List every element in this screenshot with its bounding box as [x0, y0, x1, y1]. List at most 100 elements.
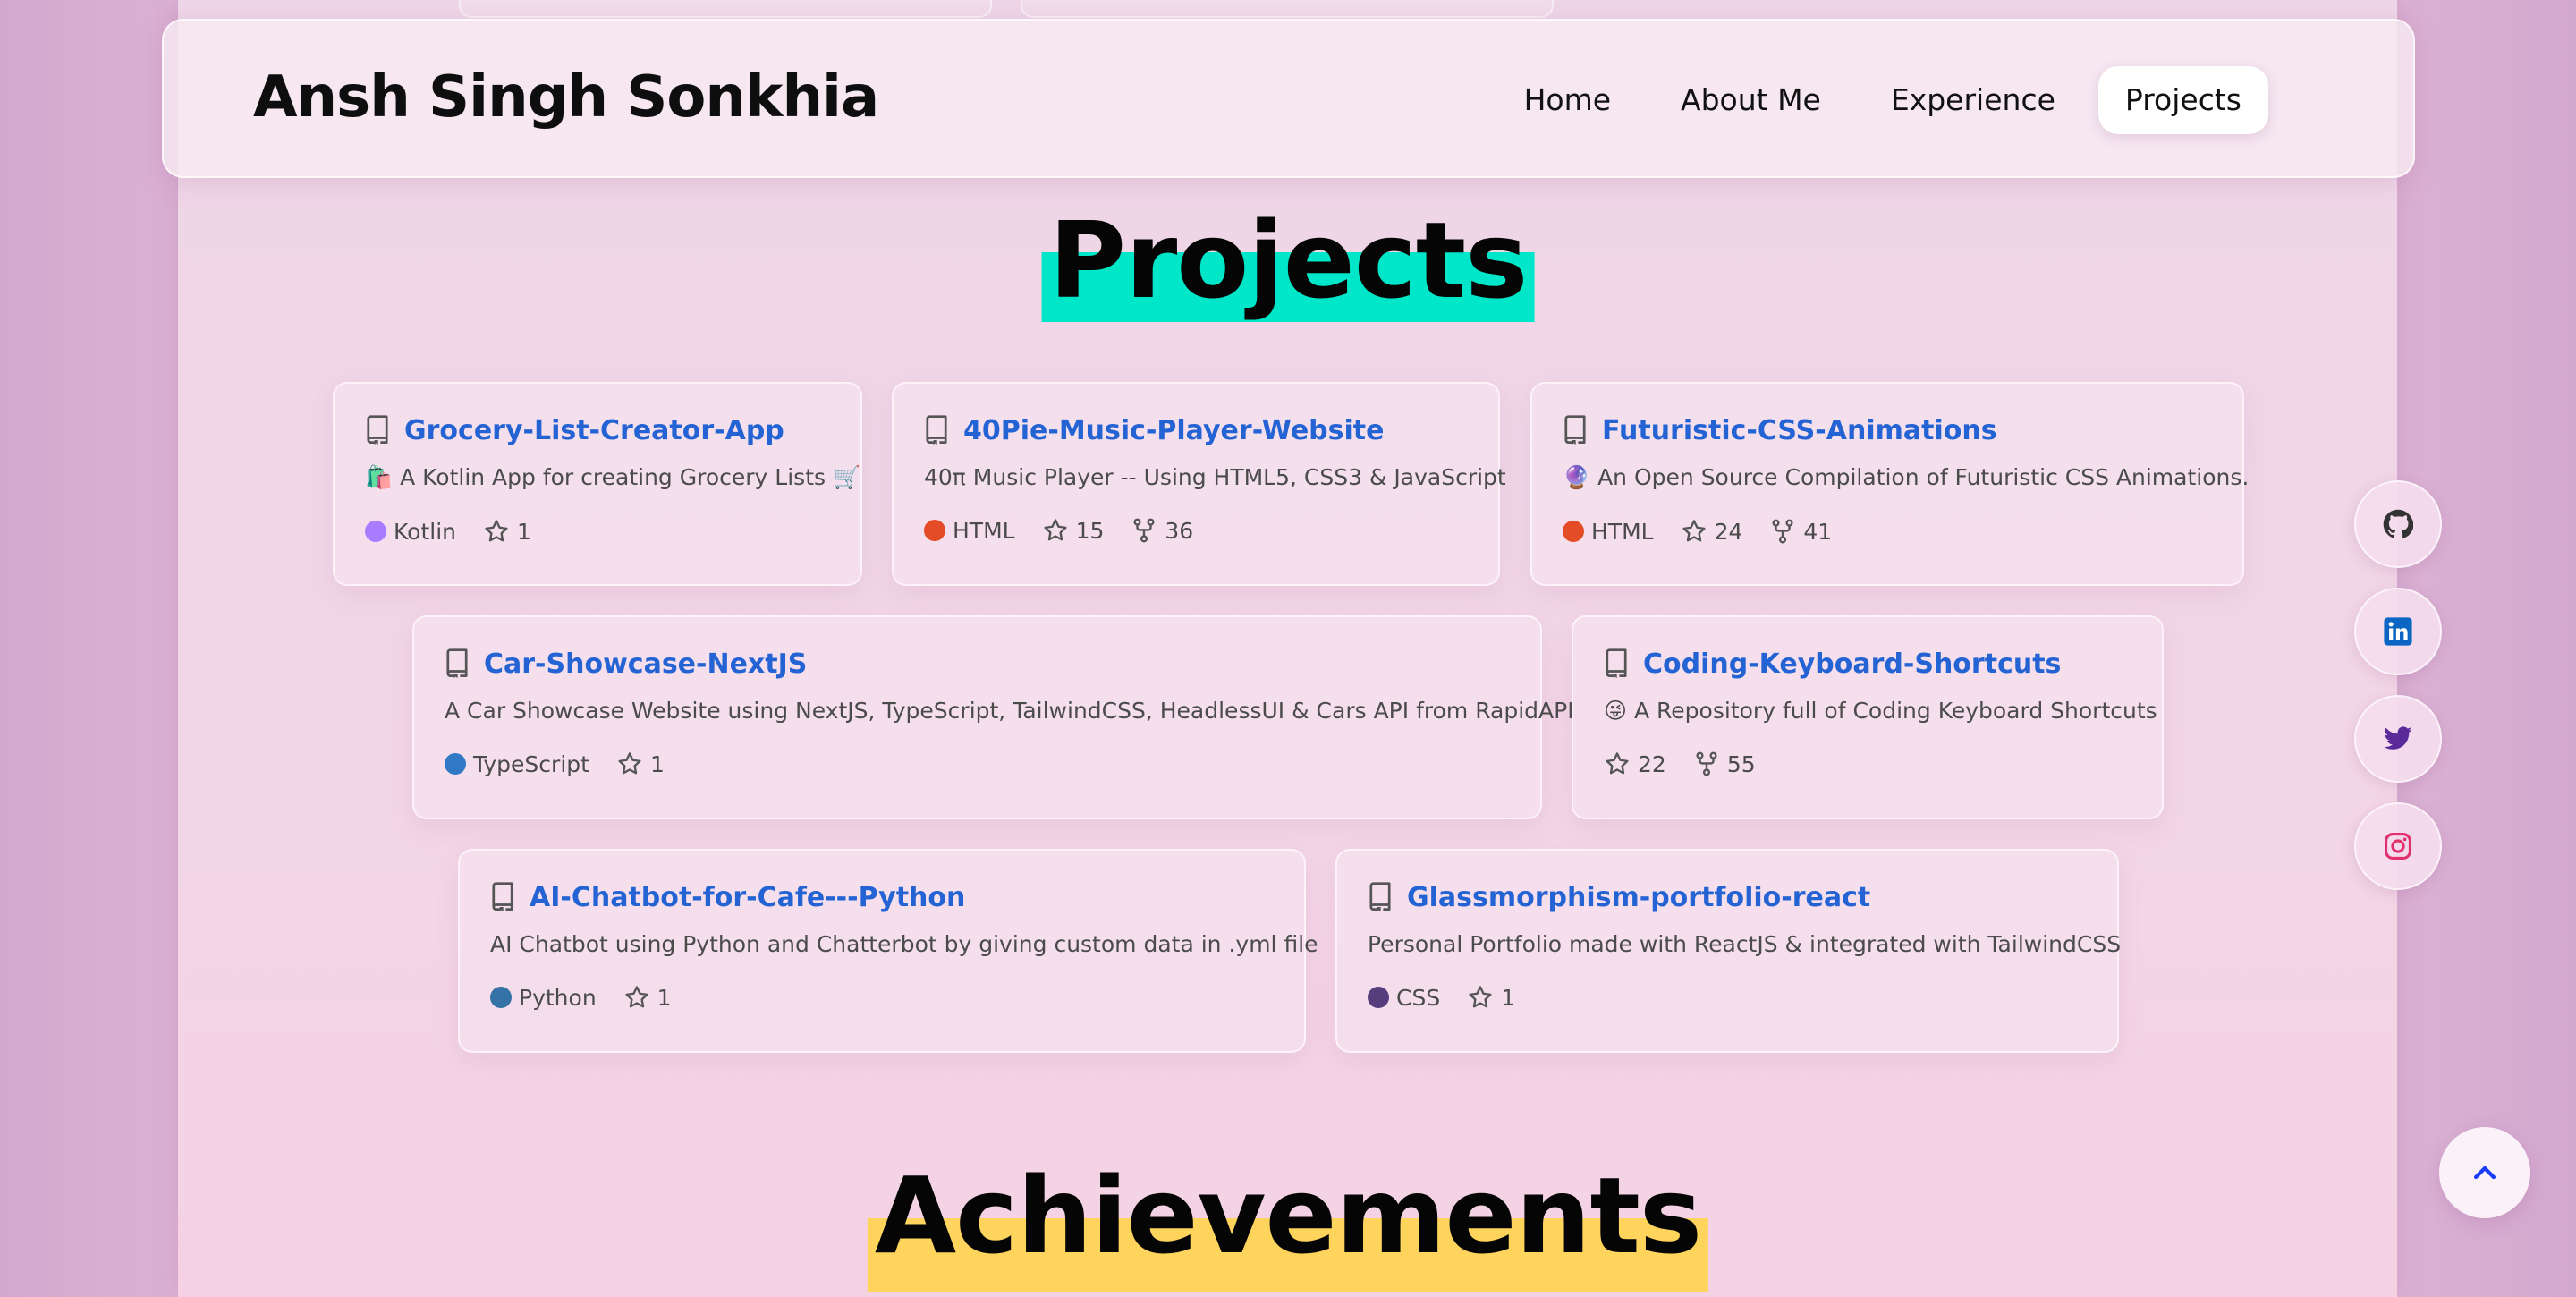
nav-link-experience[interactable]: Experience: [1864, 66, 2082, 134]
language-dot: [365, 521, 386, 542]
project-card-header: Futuristic-CSS-Animations: [1563, 411, 2212, 450]
repo-icon: [446, 648, 468, 679]
project-language: Kotlin: [365, 519, 456, 545]
linkedin-link[interactable]: [2354, 588, 2442, 675]
project-forks[interactable]: 36: [1131, 517, 1193, 544]
stars-count: 1: [516, 518, 531, 545]
project-name-link[interactable]: Glassmorphism-portfolio-react: [1407, 882, 1870, 913]
chevron-up-icon: [2473, 1166, 2496, 1180]
project-name-link[interactable]: AI-Chatbot-for-Cafe---Python: [530, 882, 965, 913]
repo-icon: [1369, 882, 1391, 912]
project-stars[interactable]: 1: [1467, 984, 1515, 1011]
project-card[interactable]: Glassmorphism-portfolio-react Personal Po…: [1335, 849, 2122, 1053]
project-description: 40π Music Player -- Using HTML5, CSS3 & …: [924, 464, 1506, 490]
forks-count: 55: [1726, 750, 1756, 777]
project-name-link[interactable]: 40Pie-Music-Player-Website: [963, 415, 1384, 446]
project-language: CSS: [1368, 985, 1440, 1011]
nav-link-projects[interactable]: Projects: [2097, 66, 2268, 134]
project-card[interactable]: Grocery-List-Creator-App 🛍️ A Kotlin App …: [333, 382, 862, 586]
repo-icon: [926, 415, 947, 445]
project-description: 🛍️ A Kotlin App for creating Grocery Lis…: [365, 464, 861, 490]
star-icon: [1682, 520, 1706, 542]
project-description: A Car Showcase Website using NextJS, Typ…: [445, 698, 1574, 724]
project-name-link[interactable]: Coding-Keyboard-Shortcuts: [1643, 648, 2061, 680]
project-card-header: Car-Showcase-NextJS: [445, 644, 1510, 683]
language-label: HTML: [953, 517, 1015, 544]
project-description: 😜 A Repository full of Coding Keyboard S…: [1604, 698, 2157, 724]
star-icon: [1469, 986, 1492, 1008]
project-language: HTML: [924, 518, 1015, 544]
github-link[interactable]: [2354, 480, 2442, 568]
project-stars[interactable]: 24: [1681, 518, 1742, 545]
back-to-top-button[interactable]: [2439, 1127, 2530, 1218]
projects-heading: Projects: [1041, 199, 1535, 322]
language-dot: [445, 753, 466, 775]
language-label: CSS: [1396, 984, 1441, 1011]
project-card-header: Grocery-List-Creator-App: [365, 411, 830, 450]
project-card[interactable]: Futuristic-CSS-Animations 🔮 An Open Sourc…: [1530, 382, 2250, 586]
achievements-heading-text: Achievements: [874, 1154, 1702, 1277]
project-card-header: Glassmorphism-portfolio-react: [1368, 877, 2087, 917]
star-icon: [618, 752, 641, 775]
instagram-link[interactable]: [2354, 802, 2442, 890]
stars-count: 1: [1501, 984, 1516, 1011]
stars-count: 22: [1638, 750, 1666, 777]
project-meta: HTML 15 36: [924, 517, 1468, 544]
forks-count: 36: [1165, 517, 1194, 544]
project-card[interactable]: Coding-Keyboard-Shortcuts 😜 A Repository …: [1572, 615, 2164, 819]
project-language: Python: [490, 985, 597, 1011]
repo-icon: [492, 882, 513, 912]
github-icon: [2383, 509, 2413, 538]
project-description: AI Chatbot using Python and Chatterbot b…: [490, 931, 1318, 957]
project-meta: Python 1: [490, 984, 1274, 1011]
language-label: HTML: [1591, 518, 1654, 545]
project-name-link[interactable]: Grocery-List-Creator-App: [404, 415, 784, 446]
language-dot: [924, 520, 945, 541]
previous-section-card: [459, 0, 992, 18]
achievements-heading: Achievements: [867, 1154, 1709, 1292]
project-name-link[interactable]: Futuristic-CSS-Animations: [1602, 415, 1997, 446]
project-stars[interactable]: 1: [616, 750, 665, 777]
project-meta: HTML 24 41: [1563, 518, 2212, 545]
project-card-header: AI-Chatbot-for-Cafe---Python: [490, 877, 1274, 917]
star-icon: [485, 520, 508, 542]
project-card[interactable]: 40Pie-Music-Player-Website 40π Music Play…: [892, 382, 1506, 586]
stars-count: 15: [1075, 517, 1105, 544]
previous-section-card: [1021, 0, 1554, 18]
star-icon: [1044, 519, 1067, 541]
project-description: Personal Portfolio made with ReactJS & i…: [1368, 931, 2122, 957]
project-description: 🔮 An Open Source Compilation of Futurist…: [1563, 464, 2250, 490]
project-name-link[interactable]: Car-Showcase-NextJS: [484, 648, 807, 680]
stars-count: 1: [657, 984, 672, 1011]
project-meta: Kotlin 1: [365, 518, 830, 545]
language-dot: [1368, 987, 1389, 1008]
project-forks[interactable]: 41: [1769, 518, 1832, 545]
project-stars[interactable]: 15: [1042, 517, 1105, 544]
nav-links: Home About Me Experience Projects: [1497, 66, 2268, 134]
fork-icon: [1772, 519, 1793, 544]
language-dot: [490, 987, 512, 1008]
brand-name[interactable]: Ansh Singh Sonkhia: [253, 64, 879, 131]
navbar: Ansh Singh Sonkhia Home About Me Experie…: [162, 19, 2415, 178]
star-icon: [1606, 752, 1629, 775]
twitter-link[interactable]: [2354, 695, 2442, 783]
language-label: Python: [519, 984, 597, 1011]
project-language: HTML: [1563, 519, 1654, 545]
project-stars[interactable]: 1: [483, 518, 531, 545]
project-stars[interactable]: 1: [623, 984, 672, 1011]
nav-link-about-me[interactable]: About Me: [1654, 66, 1848, 134]
language-dot: [1563, 521, 1584, 542]
fork-icon: [1696, 751, 1717, 776]
project-card[interactable]: AI-Chatbot-for-Cafe---Python AI Chatbot u…: [458, 849, 1318, 1053]
project-forks[interactable]: 55: [1693, 750, 1756, 777]
nav-link-home[interactable]: Home: [1497, 66, 1638, 134]
project-card[interactable]: Car-Showcase-NextJS A Car Showcase Websit…: [412, 615, 1574, 819]
project-meta: 22 55: [1604, 750, 2131, 777]
forks-count: 41: [1803, 518, 1833, 545]
project-stars[interactable]: 22: [1604, 750, 1666, 777]
twitter-icon: [2384, 726, 2412, 750]
fork-icon: [1133, 518, 1155, 543]
star-icon: [625, 986, 648, 1008]
project-meta: CSS 1: [1368, 984, 2087, 1011]
project-meta: TypeScript 1: [445, 750, 1510, 777]
